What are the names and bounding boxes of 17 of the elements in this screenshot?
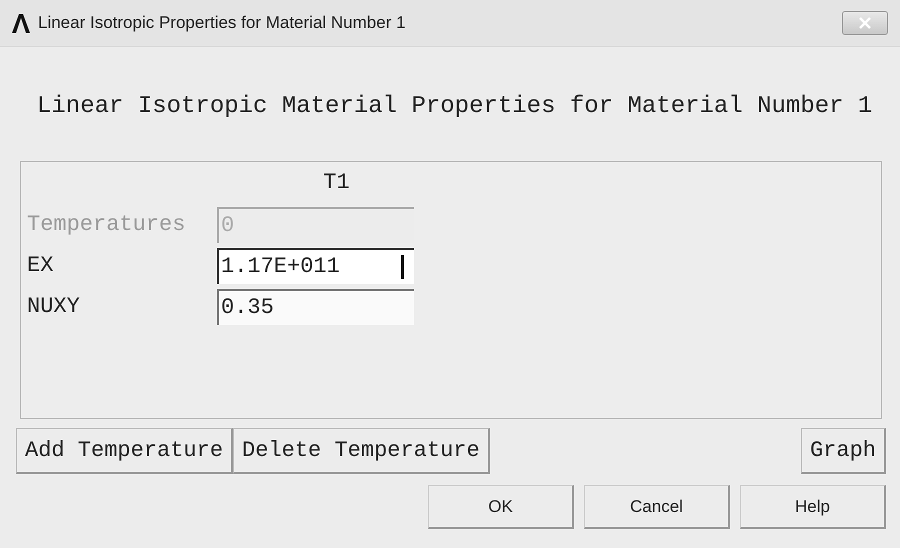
close-button[interactable]: [842, 11, 888, 35]
graph-button[interactable]: Graph: [800, 428, 886, 474]
dialog-button[interactable]: Cancel: [584, 485, 730, 529]
input-field[interactable]: 1.17E+011: [217, 248, 414, 284]
row-label: NUXY: [27, 294, 81, 319]
dialog-button[interactable]: OK: [428, 485, 574, 529]
input-field[interactable]: 0.35: [217, 288, 414, 324]
delete-temperature-button[interactable]: Delete Temperature: [233, 428, 490, 474]
row-label: Temperatures: [27, 212, 186, 237]
dialog-button[interactable]: Help: [740, 485, 886, 529]
dialog-heading: Linear Isotropic Material Properties for Material Number 1: [36, 92, 874, 122]
logo-icon: [10, 12, 32, 34]
close-icon: [858, 17, 872, 29]
row-label: EX: [27, 253, 54, 278]
column-header: T1: [322, 169, 351, 197]
add-temperature-button[interactable]: Add Temperature: [16, 428, 234, 474]
window-title: Linear Isotropic Properties for Material Number 1: [38, 13, 407, 33]
